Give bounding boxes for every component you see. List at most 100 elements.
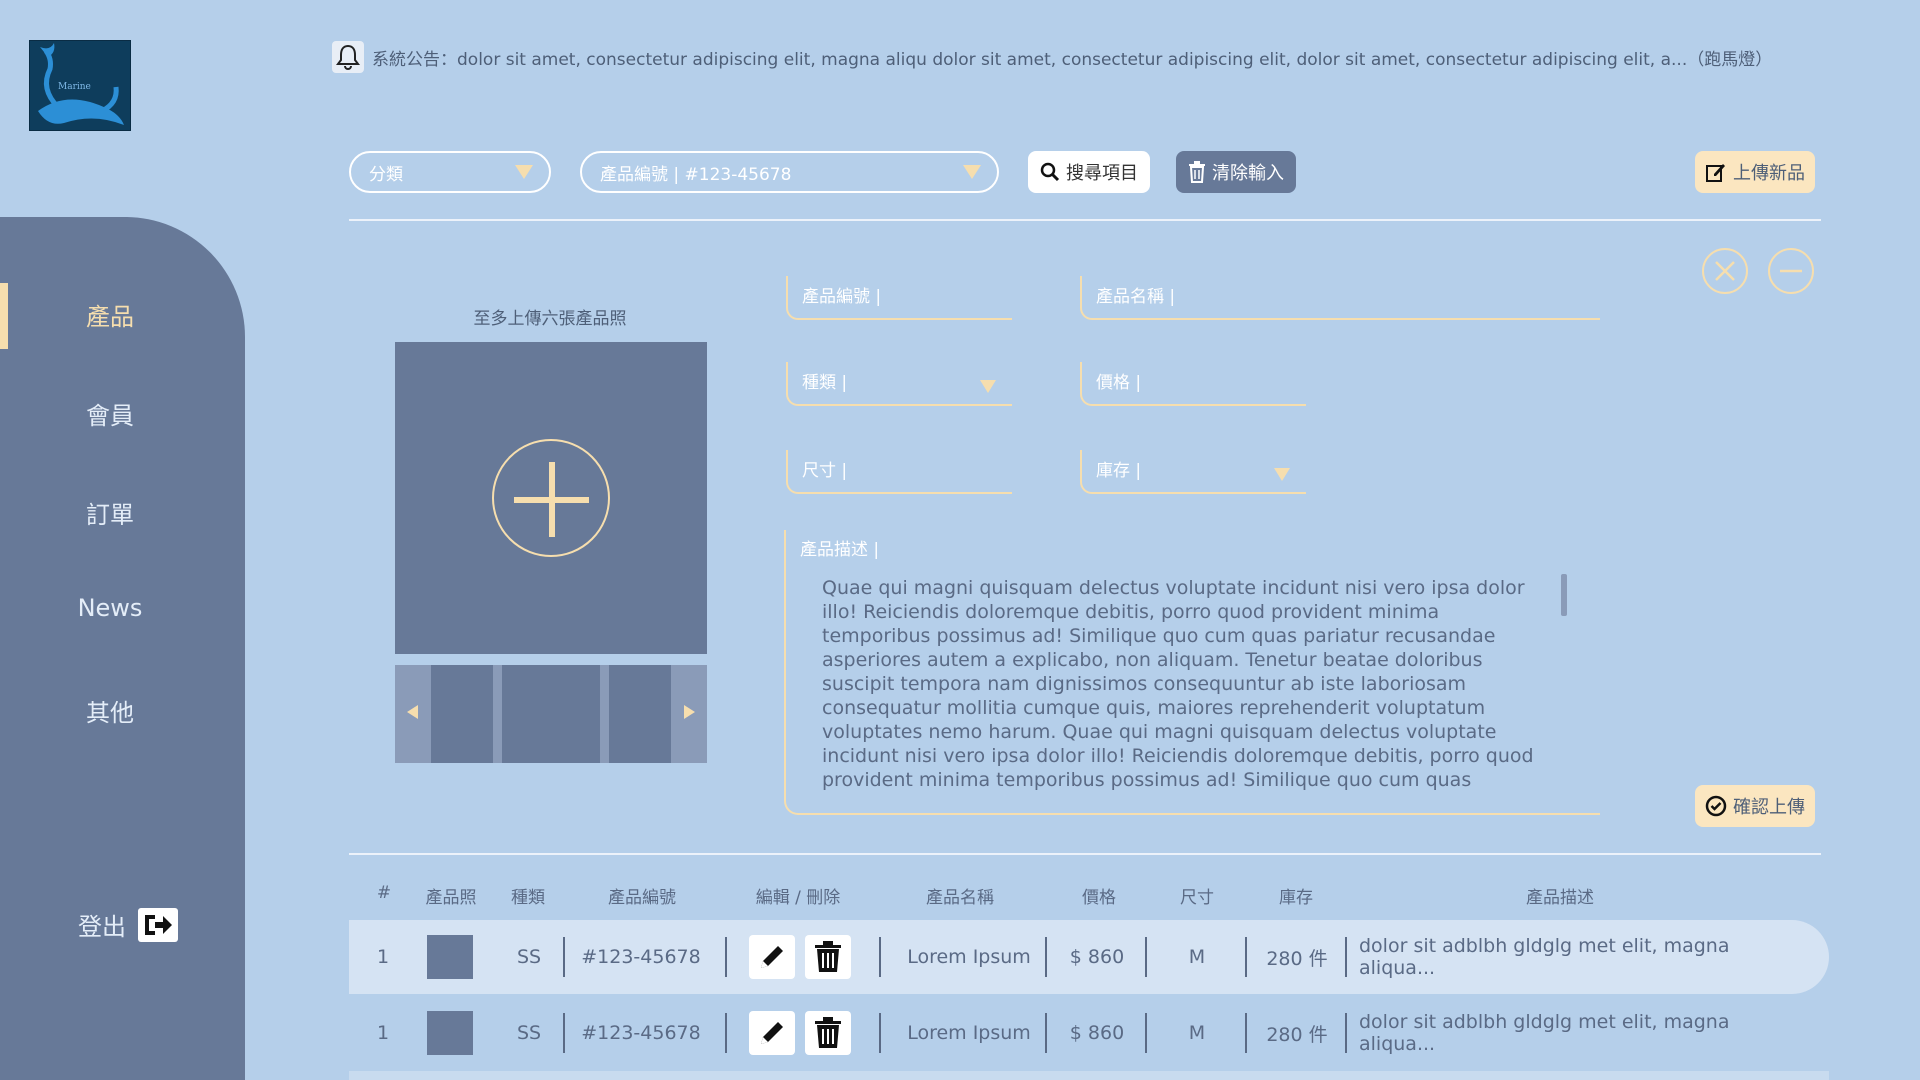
add-photo-icon[interactable] bbox=[492, 439, 610, 557]
table-row[interactable]: 1 SS #123-45678 Lorem Ipsum $ 860 M 280 … bbox=[349, 920, 1829, 994]
announcement-bar: 系統公告：dolor sit amet, consectetur adipisc… bbox=[332, 40, 1772, 74]
search-icon bbox=[1040, 162, 1060, 182]
column-header-photo: 產品照 bbox=[425, 888, 477, 908]
category-select-value: 分類 bbox=[369, 164, 403, 185]
confirm-upload-label: 確認上傳 bbox=[1733, 797, 1805, 818]
product-name-field[interactable]: 產品名稱 | bbox=[1080, 276, 1600, 320]
search-button-label: 搜尋項目 bbox=[1066, 163, 1138, 184]
row-num: 1 bbox=[376, 1022, 390, 1044]
product-thumbnail bbox=[427, 1011, 473, 1055]
row-type: SS bbox=[516, 1022, 542, 1044]
row-photo bbox=[413, 996, 487, 1070]
product-thumbnail bbox=[427, 935, 473, 979]
thumbnail[interactable] bbox=[431, 665, 493, 763]
row-id: #123-45678 bbox=[581, 1022, 701, 1044]
row-size: M bbox=[1188, 1022, 1206, 1044]
price-field[interactable]: 價格 | bbox=[1080, 362, 1306, 406]
close-icon bbox=[1715, 261, 1735, 281]
row-type: SS bbox=[516, 946, 542, 968]
sidebar-item-members[interactable]: 會員 bbox=[0, 396, 220, 431]
table-row[interactable]: 1 SS #123-45678 Lorem Ipsum $ 860 M 280 … bbox=[349, 996, 1829, 1070]
clear-input-label: 清除輸入 bbox=[1212, 163, 1284, 184]
column-header-id: 產品編號 bbox=[608, 888, 676, 908]
row-price: $ 860 bbox=[1069, 1022, 1125, 1044]
product-id-field[interactable]: 產品編號 | bbox=[786, 276, 1012, 320]
delete-button[interactable] bbox=[805, 996, 851, 1070]
edit-button[interactable] bbox=[749, 996, 795, 1070]
column-header-num: # bbox=[376, 883, 392, 903]
chevron-down-icon bbox=[515, 165, 533, 179]
product-id-select-value: 產品編號 | #123-45678 bbox=[600, 164, 792, 185]
description-field[interactable]: 產品描述 | Quae qui magni quisquam delectus … bbox=[784, 530, 1600, 815]
stock-select[interactable]: 庫存 | bbox=[1080, 450, 1306, 494]
sidebar-item-products[interactable]: 產品 bbox=[0, 297, 220, 332]
description-label: 產品描述 | bbox=[800, 540, 880, 560]
row-price: $ 860 bbox=[1069, 946, 1125, 968]
sidebar: 產品 會員 訂單 News 其他 登出 bbox=[0, 217, 245, 1080]
sidebar-item-orders[interactable]: 訂單 bbox=[0, 495, 220, 530]
chevron-down-icon bbox=[963, 165, 981, 179]
row-size: M bbox=[1188, 946, 1206, 968]
thumbnail[interactable] bbox=[609, 665, 671, 763]
next-arrow-icon[interactable] bbox=[684, 705, 695, 719]
row-stock: 280 件 bbox=[1266, 1023, 1328, 1046]
confirm-upload-button[interactable]: 確認上傳 bbox=[1695, 785, 1815, 827]
thumbnail[interactable] bbox=[502, 665, 600, 763]
product-id-field-label: 產品編號 | bbox=[802, 287, 882, 307]
bell-icon[interactable] bbox=[332, 41, 364, 73]
sidebar-item-news[interactable]: News bbox=[0, 594, 220, 622]
column-header-size: 尺寸 bbox=[1180, 888, 1214, 908]
search-button[interactable]: 搜尋項目 bbox=[1028, 151, 1150, 193]
type-select[interactable]: 種類 | bbox=[786, 362, 1012, 406]
description-text[interactable]: Quae qui magni quisquam delectus volupta… bbox=[822, 576, 1552, 796]
column-header-stock: 庫存 bbox=[1279, 888, 1313, 908]
edit-button[interactable] bbox=[749, 920, 795, 994]
description-scrollbar[interactable] bbox=[1561, 574, 1567, 616]
product-id-select[interactable]: 產品編號 | #123-45678 bbox=[580, 151, 999, 193]
logout-button[interactable]: 登出 bbox=[78, 907, 178, 942]
upload-new-button[interactable]: 上傳新品 bbox=[1695, 151, 1815, 193]
logout-icon bbox=[138, 907, 178, 942]
trash-icon bbox=[805, 1011, 851, 1055]
upload-caption: 至多上傳六張產品照 bbox=[473, 309, 627, 329]
row-description: dolor sit adblbh gldglg met elit, magna … bbox=[1359, 1011, 1730, 1055]
logout-label: 登出 bbox=[78, 913, 126, 941]
minimize-button[interactable] bbox=[1768, 248, 1814, 294]
row-stock: 280 件 bbox=[1266, 947, 1328, 970]
delete-button[interactable] bbox=[805, 920, 851, 994]
close-button[interactable] bbox=[1702, 248, 1748, 294]
trash-icon bbox=[1189, 161, 1205, 183]
pencil-icon bbox=[749, 1011, 795, 1055]
column-header-type: 種類 bbox=[511, 888, 545, 908]
column-header-description: 產品描述 bbox=[1526, 888, 1594, 908]
row-description: dolor sit adblbh gldglg met elit, magna … bbox=[1359, 935, 1730, 979]
edit-icon bbox=[1706, 164, 1725, 182]
divider bbox=[349, 219, 1821, 221]
pencil-icon bbox=[749, 935, 795, 979]
row-name: Lorem Ipsum bbox=[907, 1022, 1031, 1044]
stock-select-label: 庫存 | bbox=[1096, 461, 1142, 481]
photo-upload-area[interactable] bbox=[395, 342, 707, 654]
logo[interactable]: Marine bbox=[29, 40, 131, 131]
column-header-edit-delete: 編輯 / 刪除 bbox=[755, 888, 841, 908]
size-field-label: 尺寸 | bbox=[802, 461, 848, 481]
price-field-label: 價格 | bbox=[1096, 373, 1142, 393]
row-photo bbox=[413, 920, 487, 994]
divider bbox=[349, 853, 1821, 855]
sidebar-item-other[interactable]: 其他 bbox=[0, 693, 220, 728]
clear-input-button[interactable]: 清除輸入 bbox=[1176, 151, 1296, 193]
announcement-text: 系統公告：dolor sit amet, consectetur adipisc… bbox=[372, 49, 1773, 70]
whale-logo-icon: Marine bbox=[30, 41, 130, 130]
prev-arrow-icon[interactable] bbox=[407, 705, 418, 719]
minus-icon bbox=[1780, 269, 1802, 273]
chevron-down-icon bbox=[1274, 468, 1290, 481]
upload-new-label: 上傳新品 bbox=[1733, 163, 1805, 184]
table-row-partial bbox=[349, 1071, 1829, 1080]
column-header-price: 價格 bbox=[1082, 888, 1116, 908]
check-circle-icon bbox=[1705, 795, 1727, 817]
size-field[interactable]: 尺寸 | bbox=[786, 450, 1012, 494]
trash-icon bbox=[805, 935, 851, 979]
chevron-down-icon bbox=[980, 380, 996, 393]
category-select[interactable]: 分類 bbox=[349, 151, 551, 193]
row-id: #123-45678 bbox=[581, 946, 701, 968]
